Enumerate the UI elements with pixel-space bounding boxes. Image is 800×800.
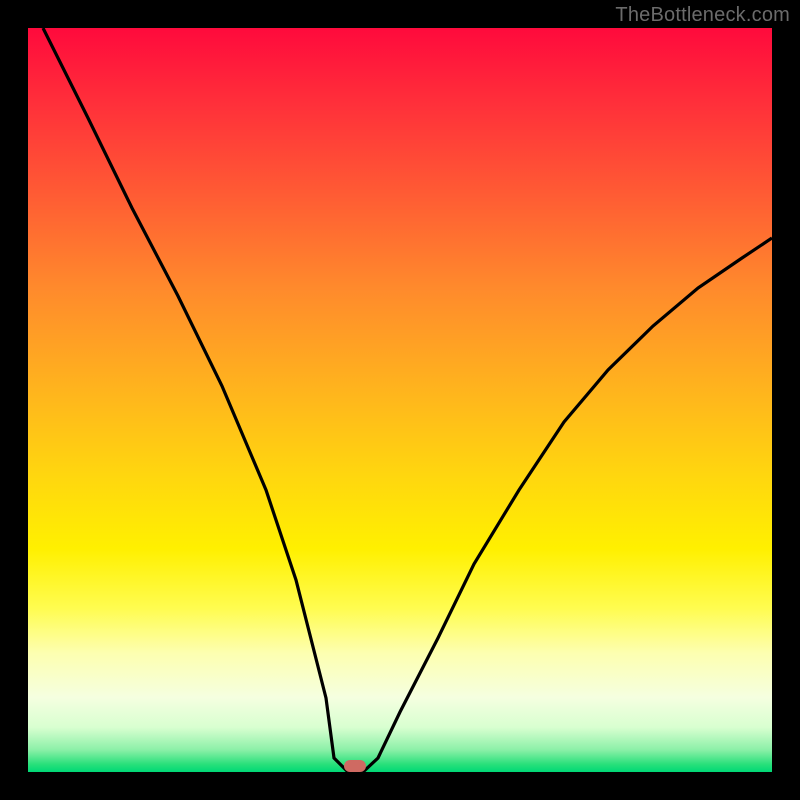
curve-layer [28, 28, 772, 772]
watermark-text: TheBottleneck.com [615, 4, 790, 27]
chart-frame: TheBottleneck.com [0, 0, 800, 800]
plot-area [28, 28, 772, 772]
bottleneck-curve [43, 28, 772, 772]
optimal-marker [344, 760, 366, 772]
